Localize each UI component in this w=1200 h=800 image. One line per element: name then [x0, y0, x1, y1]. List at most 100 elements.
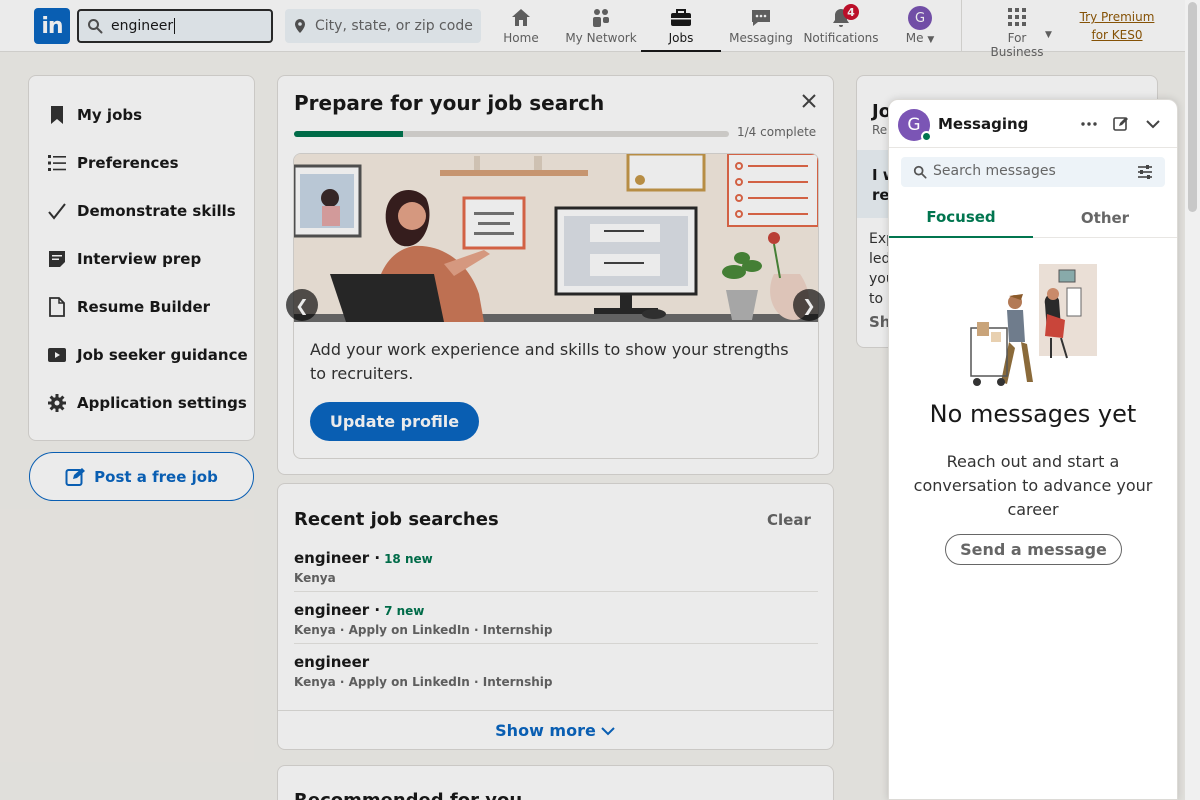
- chevron-down-icon[interactable]: [1142, 113, 1164, 135]
- checkmark-icon: [47, 201, 67, 221]
- recent-search-subtitle: Kenya · Apply on LinkedIn · Internship: [294, 675, 553, 689]
- sidebar-item-label: Interview prep: [77, 250, 202, 268]
- chevron-down-icon: [601, 726, 615, 735]
- sidebar-item-label: Preferences: [77, 154, 179, 172]
- messaging-icon: [749, 6, 773, 30]
- nav-home-label: Home: [503, 31, 539, 45]
- carousel-prev-button[interactable]: ❮: [286, 289, 318, 321]
- sidebar-item-application-settings[interactable]: Application settings: [29, 379, 254, 427]
- job-search-illustration: [294, 154, 818, 322]
- recent-search-title: engineer ·: [294, 601, 381, 619]
- recent-searches-title: Recent job searches: [294, 509, 499, 530]
- separator: [294, 591, 818, 592]
- carousel-next-button[interactable]: ❯: [793, 289, 825, 321]
- document-icon: [47, 297, 67, 317]
- page-scrollbar[interactable]: [1185, 0, 1200, 800]
- recent-search-item[interactable]: engineer · 18 new Kenya: [294, 548, 818, 600]
- video-icon: [47, 345, 67, 365]
- clear-button[interactable]: Clear: [767, 511, 811, 529]
- search-input[interactable]: engineer: [77, 9, 273, 43]
- recent-search-item[interactable]: engineer · 7 new Kenya · Apply on LinkedI…: [294, 600, 818, 652]
- nav-for-business[interactable]: For Business ▼: [975, 0, 1059, 59]
- home-icon: [509, 6, 533, 30]
- tab-other[interactable]: Other: [1033, 198, 1177, 238]
- nav-messaging-label: Messaging: [729, 31, 793, 45]
- sidebar-item-label: Resume Builder: [77, 298, 211, 316]
- briefcase-icon: [669, 6, 693, 30]
- recent-search-title: engineer ·: [294, 549, 381, 567]
- show-more-button[interactable]: Show more: [278, 710, 833, 750]
- progress-fill: [294, 131, 403, 137]
- notifications-badge: 4: [843, 4, 859, 20]
- nav-my-network-label: My Network: [565, 31, 637, 45]
- tab-focused[interactable]: Focused: [889, 198, 1033, 238]
- prepare-title: Prepare for your job search: [294, 91, 605, 115]
- bookmark-icon: [47, 105, 67, 125]
- sidebar-item-label: Application settings: [77, 394, 247, 412]
- sidebar-item-label: My jobs: [77, 106, 143, 124]
- update-profile-button[interactable]: Update profile: [310, 402, 479, 441]
- prepare-description: Add your work experience and skills to s…: [310, 340, 789, 383]
- recommended-card: Recommended for you: [277, 765, 834, 800]
- recent-job-searches-card: Recent job searches Clear engineer · 18 n…: [277, 483, 834, 750]
- jobs-sidebar: My jobs Preferences Demonstrate skills I…: [28, 75, 255, 441]
- recent-search-title: engineer: [294, 653, 370, 671]
- search-messages-input[interactable]: Search messages: [901, 157, 1165, 187]
- network-icon: [589, 6, 613, 30]
- notes-icon: [47, 249, 67, 269]
- messaging-title: Messaging: [938, 115, 1029, 133]
- sidebar-item-resume-builder[interactable]: Resume Builder: [29, 283, 254, 331]
- nav-divider: [961, 0, 962, 52]
- prepare-job-search-card: Prepare for your job search 1/4 complete: [277, 75, 834, 475]
- nav-notifications[interactable]: 4 Notifications: [800, 0, 882, 52]
- chevron-down-icon: ▼: [1045, 30, 1052, 40]
- nav-my-network[interactable]: My Network: [560, 0, 642, 52]
- recent-search-item[interactable]: engineer Kenya · Apply on LinkedIn · Int…: [294, 652, 818, 704]
- edit-icon: [65, 467, 86, 486]
- scrollbar-thumb[interactable]: [1188, 2, 1197, 212]
- location-pin-icon: [295, 19, 305, 33]
- recent-search-subtitle: Kenya: [294, 571, 336, 585]
- send-message-button[interactable]: Send a message: [945, 534, 1122, 565]
- sidebar-item-job-seeker-guidance[interactable]: Job seeker guidance: [29, 331, 254, 379]
- separator: [294, 643, 818, 644]
- filter-icon[interactable]: [1137, 164, 1153, 180]
- sidebar-item-my-jobs[interactable]: My jobs: [29, 91, 254, 139]
- nav-notifications-label: Notifications: [803, 31, 879, 45]
- nav-for-business-label: For Business: [990, 31, 1044, 59]
- search-input-value: engineer: [111, 18, 174, 34]
- nav-me[interactable]: G Me ▼: [896, 0, 944, 52]
- sidebar-item-label: Job seeker guidance: [77, 346, 248, 364]
- location-input[interactable]: City, state, or zip code: [285, 9, 481, 43]
- sidebar-item-demonstrate-skills[interactable]: Demonstrate skills: [29, 187, 254, 235]
- close-icon[interactable]: [798, 90, 820, 112]
- gear-icon: [47, 393, 67, 413]
- sidebar-item-preferences[interactable]: Preferences: [29, 139, 254, 187]
- linkedin-logo[interactable]: in: [34, 8, 70, 44]
- sidebar-item-interview-prep[interactable]: Interview prep: [29, 235, 254, 283]
- avatar: G: [898, 109, 932, 142]
- location-placeholder: City, state, or zip code: [315, 18, 473, 34]
- new-count: 18 new: [384, 552, 433, 566]
- messaging-panel: G Messaging Search messages Focused Othe…: [888, 99, 1178, 800]
- carousel-slide: Add your work experience and skills to s…: [293, 153, 819, 459]
- post-free-job-button[interactable]: Post a free job: [29, 452, 254, 501]
- more-options-icon[interactable]: [1078, 113, 1100, 135]
- compose-icon[interactable]: [1110, 113, 1132, 135]
- try-premium-link[interactable]: Try Premium for KES0: [1072, 8, 1162, 44]
- text-caret: [174, 18, 176, 34]
- search-icon: [88, 19, 103, 34]
- nav-home[interactable]: Home: [494, 0, 548, 52]
- list-icon: [47, 153, 67, 173]
- messaging-tabs: Focused Other: [889, 198, 1177, 238]
- nav-messaging[interactable]: Messaging: [726, 0, 796, 52]
- progress-bar: [294, 131, 729, 137]
- online-status-dot: [921, 131, 932, 142]
- recommended-title: Recommended for you: [294, 790, 522, 800]
- new-count: 7 new: [384, 604, 425, 618]
- search-icon: [913, 165, 927, 179]
- nav-jobs[interactable]: Jobs: [641, 0, 721, 52]
- messaging-header[interactable]: G Messaging: [889, 100, 1177, 148]
- top-nav: in engineer City, state, or zip code Hom…: [0, 0, 1185, 59]
- recent-search-subtitle: Kenya · Apply on LinkedIn · Internship: [294, 623, 553, 637]
